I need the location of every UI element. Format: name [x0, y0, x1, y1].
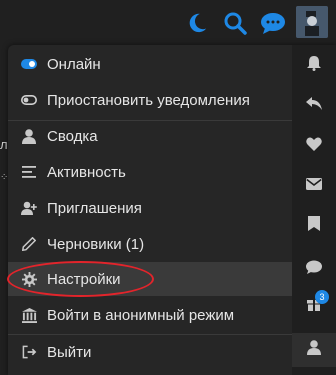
rail-profile[interactable] [292, 333, 336, 367]
logout-icon [21, 344, 37, 360]
menu-item-incognito[interactable]: Войти в анонимный режим [8, 298, 292, 332]
toggle-on-icon[interactable] [21, 56, 37, 72]
notification-badge: 3 [315, 290, 329, 304]
rail-replies[interactable] [292, 89, 336, 123]
menu-item-label: Черновики (1) [47, 235, 145, 253]
menu-item-label: Активность [47, 163, 126, 181]
user-plus-icon [21, 200, 37, 216]
moon-icon[interactable] [182, 8, 212, 38]
menu-item-online[interactable]: Онлайн [8, 47, 292, 81]
list-icon [21, 164, 37, 180]
menu-item-activity[interactable]: Активность [8, 155, 292, 189]
rail-messages[interactable] [292, 169, 336, 203]
building-icon [21, 307, 37, 323]
rail-chat[interactable] [292, 252, 336, 286]
gear-icon [21, 271, 37, 287]
rail-bookmarks[interactable] [292, 209, 336, 243]
user-menu-icon-rail: 3 [292, 45, 336, 375]
rail-gifts[interactable]: 3 [292, 289, 336, 323]
menu-item-pause-notifications[interactable]: Приостановить уведомления [8, 83, 292, 117]
menu-item-label: Выйти [47, 343, 92, 361]
menu-item-label: Настройки [47, 270, 121, 288]
toggle-off-icon[interactable] [21, 92, 37, 108]
menu-item-label: Приглашения [47, 199, 142, 217]
user-icon [21, 128, 37, 144]
chat-bubble-icon [306, 260, 322, 279]
rail-likes[interactable] [292, 129, 336, 163]
bookmark-icon [308, 216, 320, 236]
menu-item-logout[interactable]: Выйти [8, 335, 292, 369]
heart-icon [306, 137, 322, 156]
user-icon [307, 340, 321, 360]
menu-item-invitations[interactable]: Приглашения [8, 191, 292, 225]
reply-icon [306, 97, 322, 115]
pencil-icon [21, 236, 37, 252]
menu-item-label: Войти в анонимный режим [47, 306, 235, 324]
background-fragment: л [0, 137, 8, 152]
avatar[interactable] [296, 6, 328, 38]
envelope-icon [306, 177, 322, 195]
chat-icon[interactable] [258, 8, 288, 38]
menu-item-drafts[interactable]: Черновики (1) [8, 227, 292, 261]
menu-item-label: Сводка [47, 127, 98, 145]
menu-item-label: Онлайн [47, 55, 101, 73]
menu-item-summary[interactable]: Сводка [8, 119, 292, 153]
menu-item-settings[interactable]: Настройки [8, 262, 292, 296]
rail-notifications[interactable] [292, 49, 336, 83]
bell-icon [307, 56, 321, 76]
user-menu-dropdown: Онлайн Приостановить уведомления Сводка … [8, 45, 336, 375]
menu-item-label: Приостановить уведомления [47, 91, 250, 109]
search-icon[interactable] [220, 8, 250, 38]
